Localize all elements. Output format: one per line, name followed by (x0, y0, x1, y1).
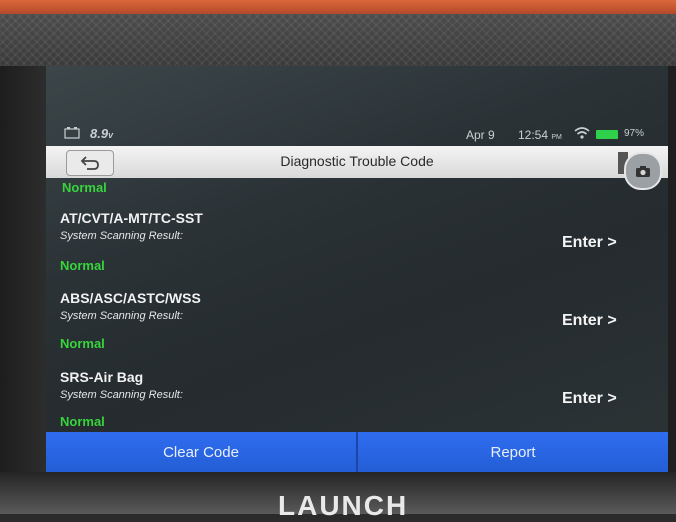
clear-code-button[interactable]: Clear Code (46, 432, 356, 472)
report-button[interactable]: Report (358, 432, 668, 472)
device-screen: 8.9v Apr 9 12:54 PM 97% Diagnostic Troub… (46, 66, 668, 472)
scan-result-label: System Scanning Result: (60, 230, 183, 242)
system-name: ABS/ASC/ASTC/WSS (60, 290, 201, 306)
wifi-icon (574, 126, 590, 143)
system-name: SRS-Air Bag (60, 369, 144, 385)
system-status: Normal (60, 414, 105, 429)
camera-icon (636, 165, 650, 177)
scan-result-label: System Scanning Result: (60, 389, 183, 401)
action-bar: Clear Code Report (46, 432, 668, 472)
voltage-readout: 8.9v (90, 126, 114, 141)
system-name: AT/CVT/A-MT/TC-SST (60, 210, 203, 226)
battery-percentage: 97% (624, 128, 645, 139)
brand-logo: LAUNCH (278, 490, 409, 521)
system-status: Normal (60, 258, 105, 273)
battery-icon (596, 130, 618, 139)
enter-button[interactable]: Enter > (562, 234, 617, 252)
status-date: Apr 9 (466, 128, 495, 142)
device-bezel-right (668, 66, 676, 514)
scan-result-label: System Scanning Result: (60, 310, 183, 322)
enter-button[interactable]: Enter > (562, 312, 617, 330)
system-list: Normal AT/CVT/A-MT/TC-SST System Scannin… (46, 178, 668, 432)
status-time: 12:54 PM (518, 128, 562, 142)
device-top-edge (0, 0, 676, 14)
vehicle-battery-icon (64, 127, 80, 139)
header-bar: Diagnostic Trouble Code (46, 146, 668, 190)
device-bezel-top (0, 14, 676, 66)
enter-button[interactable]: Enter > (562, 390, 617, 408)
system-status: Normal (60, 336, 105, 351)
status-bar: 8.9v Apr 9 12:54 PM 97% (46, 124, 668, 146)
device-bezel-left (0, 66, 46, 514)
page-title: Diagnostic Trouble Code (280, 153, 434, 169)
system-status: Normal (62, 180, 107, 195)
